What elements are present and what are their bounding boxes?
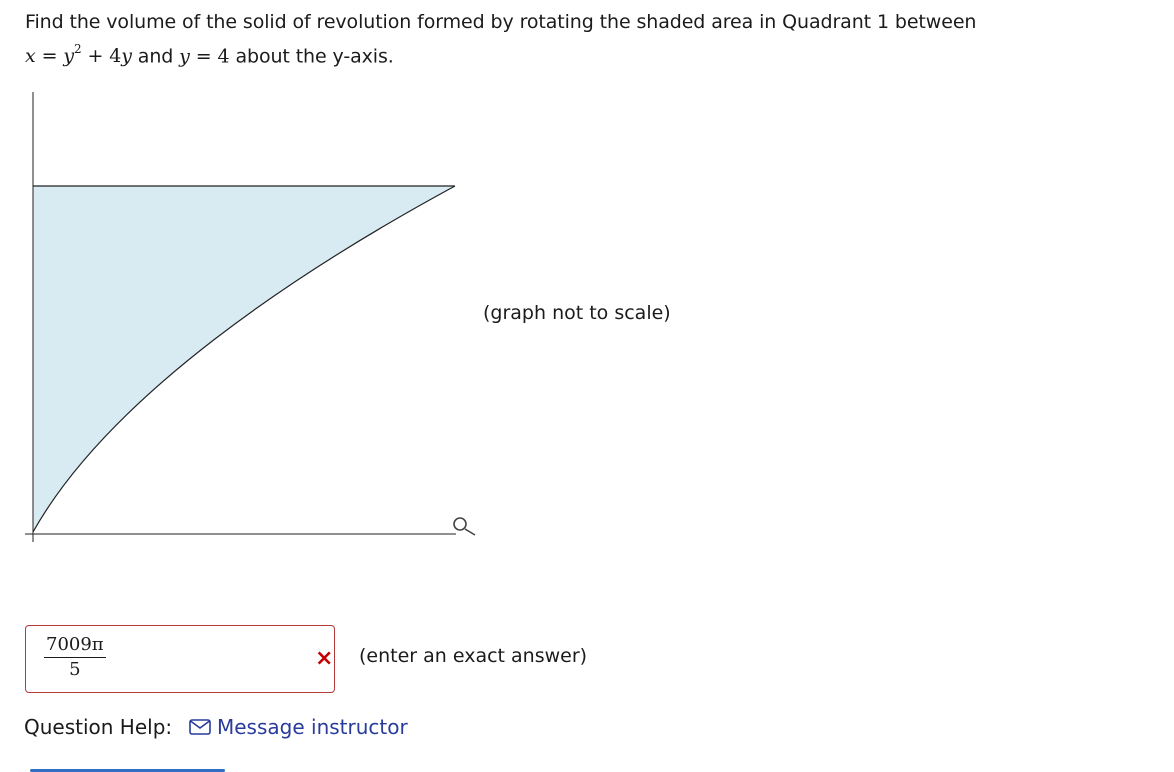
envelope-icon[interactable] [189, 719, 211, 735]
answer-numerator: 7009π [44, 634, 106, 658]
answer-fraction: 7009π 5 [44, 634, 106, 681]
answer-denominator: 5 [69, 659, 81, 680]
message-instructor-link[interactable]: Message instructor [217, 715, 408, 739]
question-help-label: Question Help: [24, 715, 173, 739]
incorrect-x-icon: × [315, 646, 334, 671]
shaded-region [33, 186, 455, 532]
answer-hint: (enter an exact answer) [359, 645, 588, 667]
graph-note: (graph not to scale) [483, 302, 671, 324]
magnifying-glass-icon[interactable] [453, 517, 476, 536]
answer-input[interactable]: 7009π 5 [25, 625, 335, 693]
